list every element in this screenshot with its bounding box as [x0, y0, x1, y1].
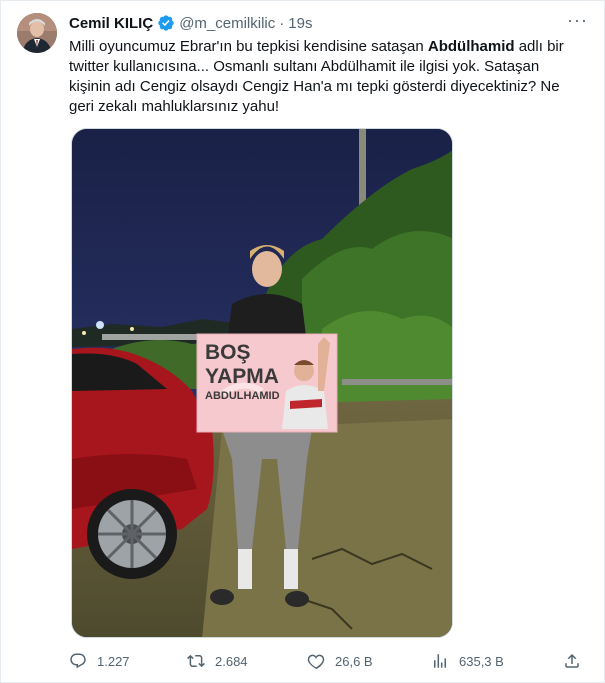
- views-button[interactable]: 635,3 B: [431, 652, 504, 670]
- separator-dot: ·: [279, 14, 285, 32]
- heart-icon: [307, 654, 325, 670]
- views-icon: [434, 654, 446, 668]
- author-name[interactable]: Cemil KILIÇ: [69, 15, 153, 32]
- verified-badge-icon: [157, 14, 175, 32]
- tweet-text-part1: Milli oyuncumuz Ebrar'ın bu tepkisi kend…: [69, 38, 428, 55]
- tweet-header: Cemil KILIÇ @m_cemilkilic · 19s: [69, 13, 588, 33]
- photo-scene: BOŞ YAPMA ABDULHAMID: [72, 129, 452, 637]
- action-bar: 1.227 2.684 26,6 B 635,3 B: [69, 652, 585, 672]
- tweet-photo[interactable]: BOŞ YAPMA ABDULHAMID: [71, 128, 453, 638]
- reply-button[interactable]: 1.227: [69, 652, 130, 670]
- sign-text-line2: YAPMA: [205, 365, 279, 388]
- tweet[interactable]: Cemil KILIÇ @m_cemilkilic · 19s ··· Mill…: [0, 0, 605, 683]
- tweet-text: Milli oyuncumuz Ebrar'ın bu tepkisi kend…: [69, 37, 574, 117]
- share-button[interactable]: [563, 652, 581, 670]
- views-count: 635,3 B: [459, 653, 504, 669]
- sign-text-line3: ABDULHAMID: [205, 390, 280, 402]
- retweet-icon: [187, 654, 205, 668]
- sign-text-line1: BOŞ: [205, 341, 251, 364]
- retweet-count: 2.684: [215, 653, 248, 669]
- author-handle[interactable]: @m_cemilkilic: [179, 15, 275, 32]
- tweet-text-bold: Abdülhamid: [427, 38, 515, 55]
- reply-count: 1.227: [97, 653, 130, 669]
- share-icon: [565, 653, 579, 668]
- avatar[interactable]: [17, 13, 57, 53]
- like-count: 26,6 B: [335, 653, 373, 669]
- more-options-icon[interactable]: ···: [567, 11, 588, 29]
- tweet-timestamp[interactable]: 19s: [288, 15, 312, 32]
- reply-icon: [70, 653, 86, 669]
- retweet-button[interactable]: 2.684: [187, 652, 248, 670]
- like-button[interactable]: 26,6 B: [307, 652, 373, 670]
